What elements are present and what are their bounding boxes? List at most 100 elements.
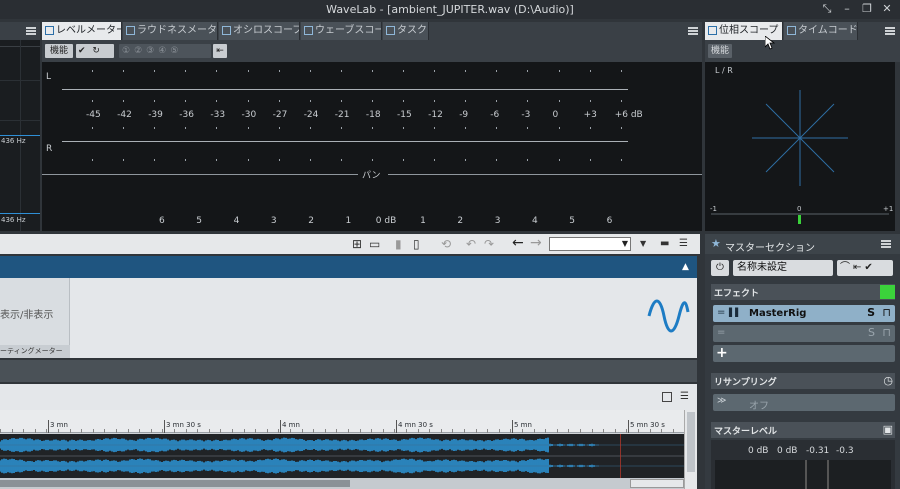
slot-handle-icon[interactable]: = bbox=[717, 307, 725, 318]
preset-actions: ⌒⇤✔ bbox=[837, 260, 893, 276]
navigation-dropdown[interactable]: ▼ bbox=[549, 237, 631, 251]
plugin-name: MasterRig bbox=[749, 308, 807, 319]
freeze-icon[interactable]: ✔ bbox=[78, 46, 86, 56]
editor-toolbar: ⊞ ▭ ▮ ▯ ⟲ ↶ ↷ ← → ▼ ▼ ▬ ☰ bbox=[0, 234, 700, 254]
phase-function-menu[interactable]: 機能 bbox=[708, 44, 732, 58]
pan-scale-label: 6 bbox=[159, 216, 165, 226]
tab-oscilloscope[interactable]: オシロスコープ bbox=[219, 22, 300, 40]
collapse-icon[interactable]: ⤡ bbox=[820, 2, 834, 16]
open-file-icon[interactable]: ▭ bbox=[369, 238, 380, 250]
effects-label: エフェクト bbox=[714, 289, 760, 299]
plugin-slot-2[interactable]: = S ⊓ bbox=[713, 325, 895, 342]
tab-timecode[interactable]: タイムコード bbox=[784, 22, 858, 40]
save-icon[interactable]: ▮ bbox=[395, 238, 402, 250]
save-as-icon[interactable]: ▯ bbox=[413, 238, 420, 250]
pan-line-left bbox=[42, 174, 358, 175]
master-menu-icon[interactable] bbox=[881, 240, 891, 248]
pan-scale-label: 5 bbox=[196, 216, 203, 226]
master-fader-area[interactable] bbox=[715, 460, 891, 489]
slot-4-button[interactable]: ④ bbox=[158, 46, 170, 56]
chevron-down-icon: ▼ bbox=[621, 239, 628, 248]
vertical-zoom-thumb[interactable] bbox=[687, 412, 695, 472]
loudness-meter-icon bbox=[126, 26, 135, 35]
phase-scale-center: 0 bbox=[797, 205, 802, 213]
master-header: ★ マスターセクション bbox=[705, 234, 900, 254]
tab-wavescope[interactable]: ウェーブスコープ bbox=[301, 22, 382, 40]
oscilloscope-icon bbox=[222, 26, 231, 35]
db-scale-label: -6 bbox=[490, 110, 500, 120]
resampling-slot[interactable]: ≫ オフ bbox=[713, 394, 895, 412]
dropdown-arrow-icon[interactable]: ▼ bbox=[640, 238, 646, 250]
jump-start-icon[interactable]: ⇤ bbox=[213, 44, 227, 58]
zoom-slider[interactable] bbox=[630, 479, 684, 488]
slot-2-button[interactable]: ② bbox=[134, 46, 146, 56]
list-menu-icon[interactable]: ☰ bbox=[679, 238, 688, 250]
show-hide-button[interactable]: 表示/非表示 bbox=[0, 306, 53, 321]
scrollbar-thumb[interactable] bbox=[0, 480, 350, 487]
window-title: WaveLab - [ambient_JUPITER.wav (D:\Audio… bbox=[326, 3, 574, 16]
left-panel-tabbar bbox=[0, 22, 40, 40]
preset-apply-icon[interactable]: ✔ bbox=[864, 262, 875, 273]
channel-r-label: R bbox=[46, 144, 53, 154]
phase-scope-display: L / R -1 0 +1 bbox=[705, 62, 895, 231]
slot-1-button[interactable]: ① bbox=[122, 46, 134, 56]
panel-menu-icon[interactable] bbox=[26, 27, 36, 35]
preset-name-field[interactable]: 名称未設定 bbox=[733, 260, 833, 276]
channel-l-label: L bbox=[46, 72, 52, 82]
new-file-icon[interactable]: ⊞ bbox=[352, 238, 362, 250]
collapse-up-icon[interactable]: ▲ bbox=[682, 261, 689, 273]
redo-icon[interactable]: ↷ bbox=[484, 238, 494, 250]
waveform-menu-icon[interactable]: ☰ bbox=[680, 391, 689, 403]
function-menu[interactable]: 機能 bbox=[45, 44, 73, 58]
peak-left-value: -0.31 bbox=[806, 446, 830, 456]
solo-icon[interactable]: S bbox=[868, 326, 875, 339]
forward-arrow-icon[interactable]: → bbox=[530, 236, 542, 250]
minimize-button[interactable]: – bbox=[840, 2, 854, 16]
solo-icon[interactable]: S bbox=[867, 306, 875, 319]
resampling-clock-icon[interactable]: ◷ bbox=[883, 374, 893, 387]
back-arrow-icon[interactable]: ← bbox=[512, 236, 524, 250]
db-scale-label: -33 bbox=[210, 110, 226, 120]
slot-handle-icon[interactable]: = bbox=[717, 327, 725, 338]
bypass-icon[interactable]: ⊓ bbox=[882, 326, 891, 339]
level-left-db: 0 dB bbox=[748, 446, 769, 456]
timeline-label: 5 mn 30 s bbox=[630, 421, 665, 429]
db-scale-label: -45 bbox=[86, 110, 101, 120]
slot-3-button[interactable]: ③ bbox=[146, 46, 158, 56]
waveform-display bbox=[0, 434, 684, 478]
time-ruler: 3 mn 3 mn 30 s 4 mn 4 mn 30 s 5 mn 5 mn 30 s bbox=[0, 410, 684, 433]
preset-load-icon[interactable]: ⌒ bbox=[840, 262, 853, 273]
tab-task[interactable]: タスク bbox=[383, 22, 429, 40]
view-toggle-icon[interactable] bbox=[662, 392, 672, 402]
meter-menu-icon[interactable] bbox=[688, 27, 698, 35]
slot-5-button[interactable]: ⑤ bbox=[170, 46, 182, 56]
horizontal-scrollbar[interactable] bbox=[0, 478, 684, 489]
power-button[interactable]: ⏻ bbox=[711, 260, 729, 276]
preset-reset-icon[interactable]: ⇤ bbox=[853, 262, 864, 273]
forward-icon[interactable]: ≫ bbox=[717, 396, 726, 406]
bypass-icon[interactable]: ⊓ bbox=[882, 306, 891, 319]
tab-loudness-meter[interactable]: ラウドネスメーター bbox=[123, 22, 218, 40]
add-plugin-slot[interactable]: + bbox=[713, 345, 895, 362]
close-button[interactable]: ✕ bbox=[880, 2, 894, 16]
tab-level-meter[interactable]: レベルメーター bbox=[42, 22, 122, 40]
add-icon[interactable]: + bbox=[716, 345, 728, 361]
vertical-zoom-bar[interactable] bbox=[684, 410, 697, 489]
effects-toggle[interactable] bbox=[880, 285, 895, 299]
ribbon-group: 表示/非表示 ーティングメーター bbox=[0, 278, 70, 358]
scope-menu-icon[interactable] bbox=[885, 27, 895, 35]
plugin-slot-1[interactable]: = ▌▌ MasterRig S ⊓ bbox=[713, 305, 895, 322]
history-icon[interactable]: ⟲ bbox=[441, 238, 451, 250]
db-scale-label: -42 bbox=[117, 110, 132, 120]
timeline-label: 4 mn bbox=[282, 421, 300, 429]
hz-label: 436 Hz bbox=[1, 216, 26, 224]
window-icon[interactable]: ▬ bbox=[660, 238, 669, 250]
task-icon bbox=[386, 26, 395, 35]
restore-button[interactable]: ❐ bbox=[860, 2, 874, 16]
wavescope-icon bbox=[304, 26, 313, 35]
reset-icon[interactable]: ↻ bbox=[92, 46, 100, 56]
audio-waveform bbox=[0, 437, 684, 474]
undo-icon[interactable]: ↶ bbox=[466, 238, 476, 250]
master-level-toggle-icon[interactable]: ▣ bbox=[883, 423, 893, 436]
master-level-label: マスターレベル bbox=[714, 427, 778, 437]
